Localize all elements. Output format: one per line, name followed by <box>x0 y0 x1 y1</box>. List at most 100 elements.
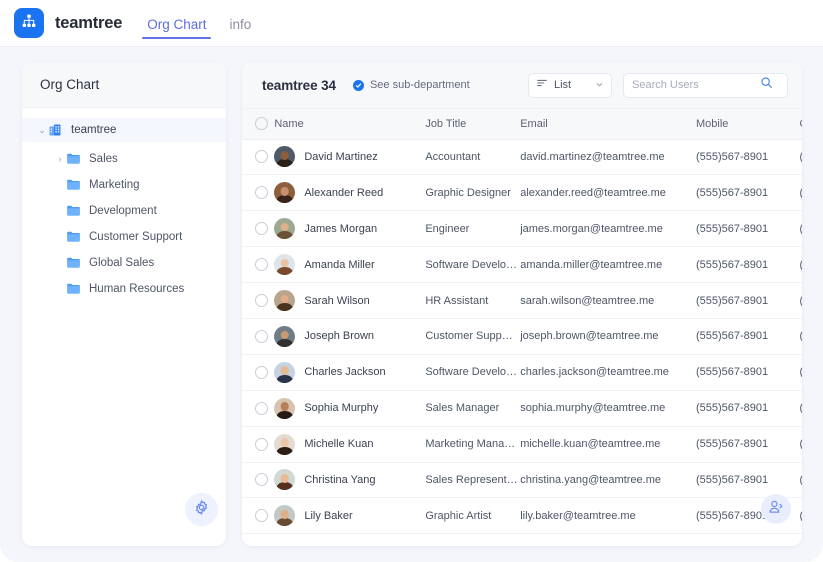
tree-item-global-sales[interactable]: Global Sales <box>22 250 226 275</box>
row-select-radio[interactable] <box>255 186 268 200</box>
row-select-cell <box>242 390 275 427</box>
user-email: sophia.murphy@teamtree.me <box>520 390 696 427</box>
table-row[interactable]: Michelle Kuan Marketing Mana… michelle.kua… <box>242 426 802 463</box>
row-select-radio[interactable] <box>255 401 268 415</box>
column-header-email[interactable]: Email <box>520 109 696 140</box>
column-header-office-phone[interactable]: Office Phone <box>799 109 802 140</box>
search-input[interactable] <box>632 79 760 91</box>
row-select-cell <box>242 318 275 355</box>
table-row[interactable]: Sophia Murphy Sales Manager sophia.murphy@… <box>242 390 802 427</box>
folder-icon <box>66 229 85 244</box>
user-job-title: Graphic Designer <box>425 174 521 212</box>
tree-item-development[interactable]: Development <box>22 198 226 223</box>
user-office-phone: (1)-234-5678 <box>799 210 802 248</box>
row-select-radio[interactable] <box>255 365 268 379</box>
user-mobile: (555)567-8901 <box>695 390 800 427</box>
name-cell: Christina Yang <box>274 462 426 499</box>
row-select-radio[interactable] <box>255 222 268 236</box>
table-row[interactable]: Amanda Miller Software Develo… amanda.mill… <box>242 246 802 284</box>
view-mode-select[interactable]: List <box>528 72 612 98</box>
tree-item-sales[interactable]: › Sales <box>22 146 226 171</box>
user-office-phone: (1)-234-5678 <box>799 282 802 319</box>
tree-item-label: Global Sales <box>89 256 155 269</box>
name-cell: Lily Baker <box>274 497 426 535</box>
users-table-body: David Martinez Accountant david.martinez@t… <box>242 139 802 535</box>
select-all-radio[interactable] <box>255 117 268 131</box>
user-office-phone: (1)-234-5678 <box>799 139 802 176</box>
user-email: joseph.brown@teamtree.me <box>520 318 696 355</box>
chevron-down-icon[interactable] <box>595 80 604 91</box>
table-row[interactable]: Sarah Wilson HR Assistant sarah.wilson@tea… <box>242 282 802 319</box>
brand-name: teamtree <box>55 13 123 32</box>
avatar <box>274 325 296 347</box>
user-office-phone: (1)-234-5678 <box>799 390 802 427</box>
tree-item-label: Human Resources <box>89 282 185 295</box>
row-select-radio[interactable] <box>255 509 268 523</box>
table-row[interactable]: Alexander Reed Graphic Designer alexander.… <box>242 174 802 212</box>
user-job-title: Software Develo… <box>425 246 521 284</box>
table-row[interactable]: David Martinez Accountant david.martinez@t… <box>242 139 802 176</box>
tree-item-human-resources[interactable]: Human Resources <box>22 276 226 301</box>
sidebar-header: Org Chart <box>22 62 226 108</box>
row-select-cell <box>242 210 275 248</box>
table-row[interactable]: Joseph Brown Customer Supp… joseph.brown@t… <box>242 318 802 355</box>
see-sub-department-toggle[interactable]: See sub-department <box>352 79 470 91</box>
users-panel: teamtree 34 See sub-department List Sear… <box>242 62 802 546</box>
row-select-radio[interactable] <box>255 294 268 307</box>
column-header-job-title[interactable]: Job Title <box>425 109 521 140</box>
table-row[interactable]: Christina Yang Sales Represent… christina.… <box>242 462 802 499</box>
row-select-cell <box>242 174 275 212</box>
tab-info[interactable]: info <box>226 18 254 47</box>
settings-button[interactable] <box>185 493 218 526</box>
name-cell: James Morgan <box>274 210 426 248</box>
users-table-wrap: Name Job Title Email Mobile Office Phone… <box>242 109 802 546</box>
user-job-title: Software Develo… <box>425 354 521 391</box>
user-name: Lily Baker <box>304 509 353 522</box>
name-cell: David Martinez <box>274 139 426 176</box>
user-email: david.martinez@teamtree.me <box>520 139 696 176</box>
tree-item-label: Customer Support <box>89 230 183 243</box>
tree-item-teamtree[interactable]: ⌄ teamtree <box>22 118 226 142</box>
table-row[interactable]: Lily Baker Graphic Artist lily.baker@teamt… <box>242 497 802 535</box>
add-user-button[interactable] <box>761 494 791 524</box>
tab-org-chart[interactable]: Org Chart <box>142 18 212 47</box>
table-row[interactable]: Charles Jackson Software Develo… charles.j… <box>242 354 802 391</box>
gear-icon <box>193 499 210 521</box>
row-select-cell <box>242 282 275 319</box>
user-office-phone: (1)-234-5678 <box>799 462 802 499</box>
avatar <box>274 182 296 204</box>
row-select-radio[interactable] <box>255 473 268 487</box>
avatar <box>274 290 296 311</box>
user-name: David Martinez <box>304 150 378 163</box>
column-header-mobile[interactable]: Mobile <box>695 109 800 140</box>
user-office-phone: (1)-234-5678 <box>799 318 802 355</box>
name-cell: Sophia Murphy <box>274 390 426 427</box>
row-select-cell <box>242 497 275 535</box>
add-user-icon <box>768 499 784 520</box>
tree-item-marketing[interactable]: Marketing <box>22 172 226 197</box>
chevron-right-icon[interactable]: › <box>54 154 66 164</box>
row-select-radio[interactable] <box>255 437 268 451</box>
tree-item-label: Development <box>89 204 157 217</box>
table-row[interactable]: James Morgan Engineer james.morgan@teamtre… <box>242 210 802 248</box>
row-select-radio[interactable] <box>255 258 268 272</box>
avatar <box>274 433 296 455</box>
avatar <box>274 254 296 276</box>
row-select-radio[interactable] <box>255 150 268 164</box>
chevron-down-icon[interactable]: ⌄ <box>36 125 48 136</box>
search-icon[interactable] <box>760 76 773 94</box>
user-name: James Morgan <box>304 222 378 235</box>
column-header-name[interactable]: Name <box>274 109 426 140</box>
row-select-radio[interactable] <box>255 329 268 343</box>
user-name: Charles Jackson <box>304 366 386 379</box>
user-email: michelle.kuan@teamtree.me <box>520 426 696 463</box>
user-email: amanda.miller@teamtree.me <box>520 246 696 284</box>
user-email: lily.baker@teamtree.me <box>520 497 696 535</box>
search-users-box[interactable] <box>623 72 788 98</box>
tree-item-customer-support[interactable]: Customer Support <box>22 224 226 249</box>
user-office-phone: (1)-234-5678 <box>799 497 802 535</box>
name-cell: Amanda Miller <box>274 246 426 284</box>
user-name: Sophia Murphy <box>304 402 379 415</box>
row-select-cell <box>242 139 275 176</box>
user-email: charles.jackson@teamtree.me <box>520 354 696 391</box>
